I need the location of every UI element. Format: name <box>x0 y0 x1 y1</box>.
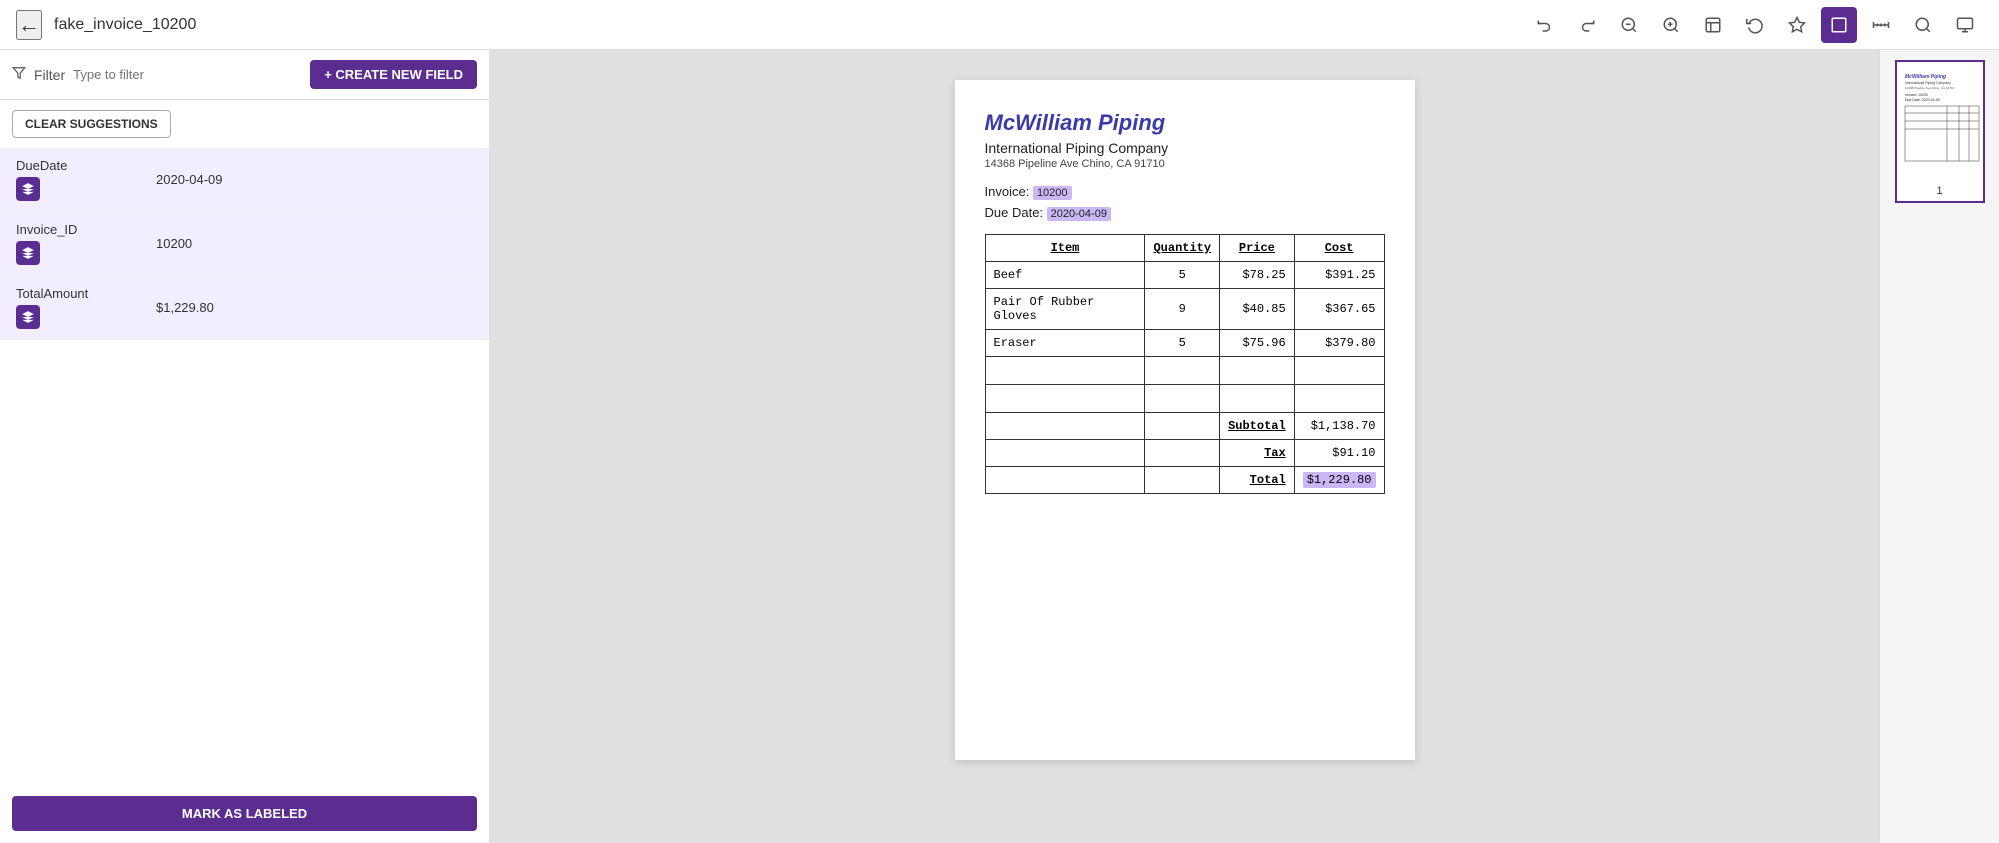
sidebar: Filter + CREATE NEW FIELD CLEAR SUGGESTI… <box>0 50 490 843</box>
redo-button[interactable] <box>1569 7 1605 43</box>
subtotal-label-cell: Subtotal <box>1220 413 1295 440</box>
thumbnail-page-number: 1 <box>1901 185 1979 197</box>
company-name: McWilliam Piping <box>985 110 1385 136</box>
field-row-duedate: DueDate 2020-04-09 <box>0 148 489 212</box>
subtotal-value-cell: $1,138.70 <box>1294 413 1384 440</box>
undo-button[interactable] <box>1527 7 1563 43</box>
company-address: 14368 Pipeline Ave Chino, CA 91710 <box>985 158 1385 170</box>
tax-value-cell: $91.10 <box>1294 440 1384 467</box>
fit-button[interactable] <box>1695 7 1731 43</box>
svg-text:14368 Pipeline Ave Chino, CA 9: 14368 Pipeline Ave Chino, CA 91710 <box>1905 86 1954 90</box>
field-name-totalamount: TotalAmount <box>16 286 156 301</box>
subtotal-row: Subtotal $1,138.70 <box>985 413 1384 440</box>
cost-cell: $391.25 <box>1294 262 1384 289</box>
tax-label-cell: Tax <box>1220 440 1295 467</box>
company-subtitle: International Piping Company <box>985 140 1385 156</box>
clear-suggestions-button[interactable]: CLEAR SUGGESTIONS <box>12 110 171 138</box>
sidebar-header: Filter + CREATE NEW FIELD <box>0 50 489 100</box>
svg-text:Due Date: 2020-04-09: Due Date: 2020-04-09 <box>1905 98 1940 102</box>
rotate-button[interactable] <box>1737 7 1773 43</box>
svg-text:McWilliam Piping: McWilliam Piping <box>1905 74 1946 80</box>
zoom-out-button[interactable] <box>1611 7 1647 43</box>
subtotal-qty-cell <box>1145 413 1220 440</box>
filter-label: Filter <box>34 67 65 83</box>
empty-row <box>985 357 1384 385</box>
field-icon-duedate[interactable] <box>16 177 40 201</box>
total-value-highlight: $1,229.80 <box>1303 472 1376 488</box>
invoice-number-line: Invoice: 10200 <box>985 184 1385 199</box>
svg-text:Invoice: 10200: Invoice: 10200 <box>1905 93 1928 97</box>
main-content: Filter + CREATE NEW FIELD CLEAR SUGGESTI… <box>0 50 1999 843</box>
filter-input[interactable] <box>73 67 302 82</box>
create-new-button[interactable]: + CREATE NEW FIELD <box>310 60 477 89</box>
col-header-price: Price <box>1220 235 1295 262</box>
back-button[interactable]: ← <box>16 10 42 40</box>
invoice-number-highlight: 10200 <box>1033 186 1072 200</box>
qty-cell: 5 <box>1145 262 1220 289</box>
field-row-totalamount: TotalAmount $1,229.80 <box>0 276 489 340</box>
field-value-duedate: 2020-04-09 <box>156 172 473 187</box>
select-button[interactable] <box>1821 7 1857 43</box>
thumbnail-panel: McWilliam Piping International Piping Co… <box>1879 50 1999 843</box>
cost-cell: $379.80 <box>1294 330 1384 357</box>
col-header-quantity: Quantity <box>1145 235 1220 262</box>
qty-cell: 9 <box>1145 289 1220 330</box>
item-cell: Pair Of Rubber Gloves <box>985 289 1145 330</box>
svg-text:International Piping Company: International Piping Company <box>1905 81 1951 85</box>
total-value-cell: $1,229.80 <box>1294 467 1384 494</box>
document-area: McWilliam Piping International Piping Co… <box>490 50 1879 843</box>
due-date-line: Due Date: 2020-04-09 <box>985 205 1385 220</box>
invoice-table: Item Quantity Price Cost Beef 5 $78.25 $… <box>985 234 1385 494</box>
price-cell: $75.96 <box>1220 330 1295 357</box>
ruler-button[interactable] <box>1863 7 1899 43</box>
total-label-cell: Total <box>1220 467 1295 494</box>
field-value-totalamount: $1,229.80 <box>156 300 473 315</box>
invoice-document: McWilliam Piping International Piping Co… <box>955 80 1415 760</box>
thumbnail-preview: McWilliam Piping International Piping Co… <box>1901 66 1979 181</box>
col-header-cost: Cost <box>1294 235 1384 262</box>
tax-row: Tax $91.10 <box>985 440 1384 467</box>
toolbar <box>1527 7 1983 43</box>
price-cell: $40.85 <box>1220 289 1295 330</box>
search-button[interactable] <box>1905 7 1941 43</box>
item-cell: Beef <box>985 262 1145 289</box>
invoice-label: Invoice: <box>985 184 1030 199</box>
mark-as-labeled-button[interactable]: MARK AS LABELED <box>12 796 477 831</box>
total-item-cell <box>985 467 1145 494</box>
table-row: Pair Of Rubber Gloves 9 $40.85 $367.65 <box>985 289 1384 330</box>
topbar: ← fake_invoice_10200 <box>0 0 1999 50</box>
field-value-invoiceid: 10200 <box>156 236 473 251</box>
cost-cell: $367.65 <box>1294 289 1384 330</box>
empty-row <box>985 385 1384 413</box>
filter-icon <box>12 66 26 83</box>
zoom-in-button[interactable] <box>1653 7 1689 43</box>
field-name-invoiceid: Invoice_ID <box>16 222 156 237</box>
total-qty-cell <box>1145 467 1220 494</box>
due-date-label: Due Date: <box>985 205 1044 220</box>
qty-cell: 5 <box>1145 330 1220 357</box>
table-row: Beef 5 $78.25 $391.25 <box>985 262 1384 289</box>
col-header-item: Item <box>985 235 1145 262</box>
field-name-duedate: DueDate <box>16 158 156 173</box>
tax-qty-cell <box>1145 440 1220 467</box>
total-row: Total $1,229.80 <box>985 467 1384 494</box>
tax-item-cell <box>985 440 1145 467</box>
due-date-value-highlight: 2020-04-09 <box>1047 207 1111 221</box>
fields-list: DueDate 2020-04-09 Invoice_ID <box>0 148 489 784</box>
price-cell: $78.25 <box>1220 262 1295 289</box>
document-title: fake_invoice_10200 <box>54 16 1515 34</box>
magic-button[interactable] <box>1779 7 1815 43</box>
table-header-row: Item Quantity Price Cost <box>985 235 1384 262</box>
field-icon-totalamount[interactable] <box>16 305 40 329</box>
monitor-button[interactable] <box>1947 7 1983 43</box>
field-icon-invoiceid[interactable] <box>16 241 40 265</box>
item-cell: Eraser <box>985 330 1145 357</box>
subtotal-item-cell <box>985 413 1145 440</box>
field-row-invoiceid: Invoice_ID 10200 <box>0 212 489 276</box>
table-row: Eraser 5 $75.96 $379.80 <box>985 330 1384 357</box>
thumbnail-page-1[interactable]: McWilliam Piping International Piping Co… <box>1895 60 1985 203</box>
